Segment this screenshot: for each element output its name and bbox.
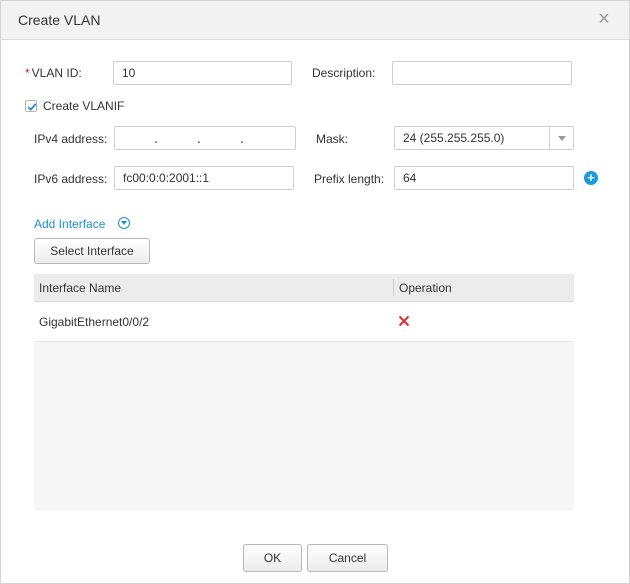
ipv6-address-input[interactable] <box>114 166 294 190</box>
vlan-id-input[interactable] <box>113 61 292 85</box>
interface-table: Interface Name Operation GigabitEthernet… <box>34 274 574 511</box>
checkmark-icon <box>27 103 37 111</box>
create-vlan-dialog: Create VLAN × *VLAN ID: Description: Cre… <box>0 0 630 584</box>
table-row: GigabitEthernet0/0/2 <box>34 302 574 342</box>
description-label: Description: <box>312 66 376 80</box>
ipv4-separator: . <box>154 130 158 146</box>
dialog-title: Create VLAN <box>18 12 101 28</box>
add-interface-link[interactable]: Add Interface <box>34 217 105 231</box>
close-icon[interactable]: × <box>595 9 613 29</box>
chevron-down-circle-icon[interactable] <box>118 217 130 229</box>
vlan-id-label: * VLAN ID: <box>25 66 82 80</box>
ipv4-separator: . <box>240 130 244 146</box>
table-header: Interface Name Operation <box>34 274 574 302</box>
vlan-id-label-text: VLAN ID: <box>31 66 82 80</box>
select-interface-button[interactable]: Select Interface <box>34 238 150 264</box>
ok-button[interactable]: OK <box>243 544 302 572</box>
mask-select[interactable]: 24 (255.255.255.0) <box>394 126 574 150</box>
interface-name-cell: GigabitEthernet0/0/2 <box>39 315 150 329</box>
column-header-operation: Operation <box>399 281 452 295</box>
mask-label: Mask: <box>316 132 349 146</box>
required-mark: * <box>25 66 30 80</box>
chevron-down-icon[interactable] <box>549 127 573 149</box>
create-vlanif-checkbox[interactable] <box>25 100 37 112</box>
mask-select-value: 24 (255.255.255.0) <box>403 131 505 145</box>
delete-x-icon[interactable] <box>398 315 410 327</box>
plus-circle-icon[interactable]: + <box>584 171 598 185</box>
ipv6-address-label: IPv6 address: <box>34 172 108 186</box>
ipv4-address-input[interactable]: . . . <box>114 126 296 150</box>
prefix-length-input[interactable] <box>394 166 574 190</box>
column-divider <box>393 279 394 296</box>
ipv4-address-label: IPv4 address: <box>34 132 108 146</box>
description-input[interactable] <box>392 61 572 85</box>
column-header-interface-name: Interface Name <box>39 281 122 295</box>
ipv4-separator: . <box>197 130 201 146</box>
create-vlanif-label: Create VLANIF <box>43 99 125 113</box>
cancel-button[interactable]: Cancel <box>307 544 388 572</box>
prefix-length-label: Prefix length: <box>314 172 385 186</box>
dialog-titlebar: Create VLAN × <box>1 1 629 40</box>
